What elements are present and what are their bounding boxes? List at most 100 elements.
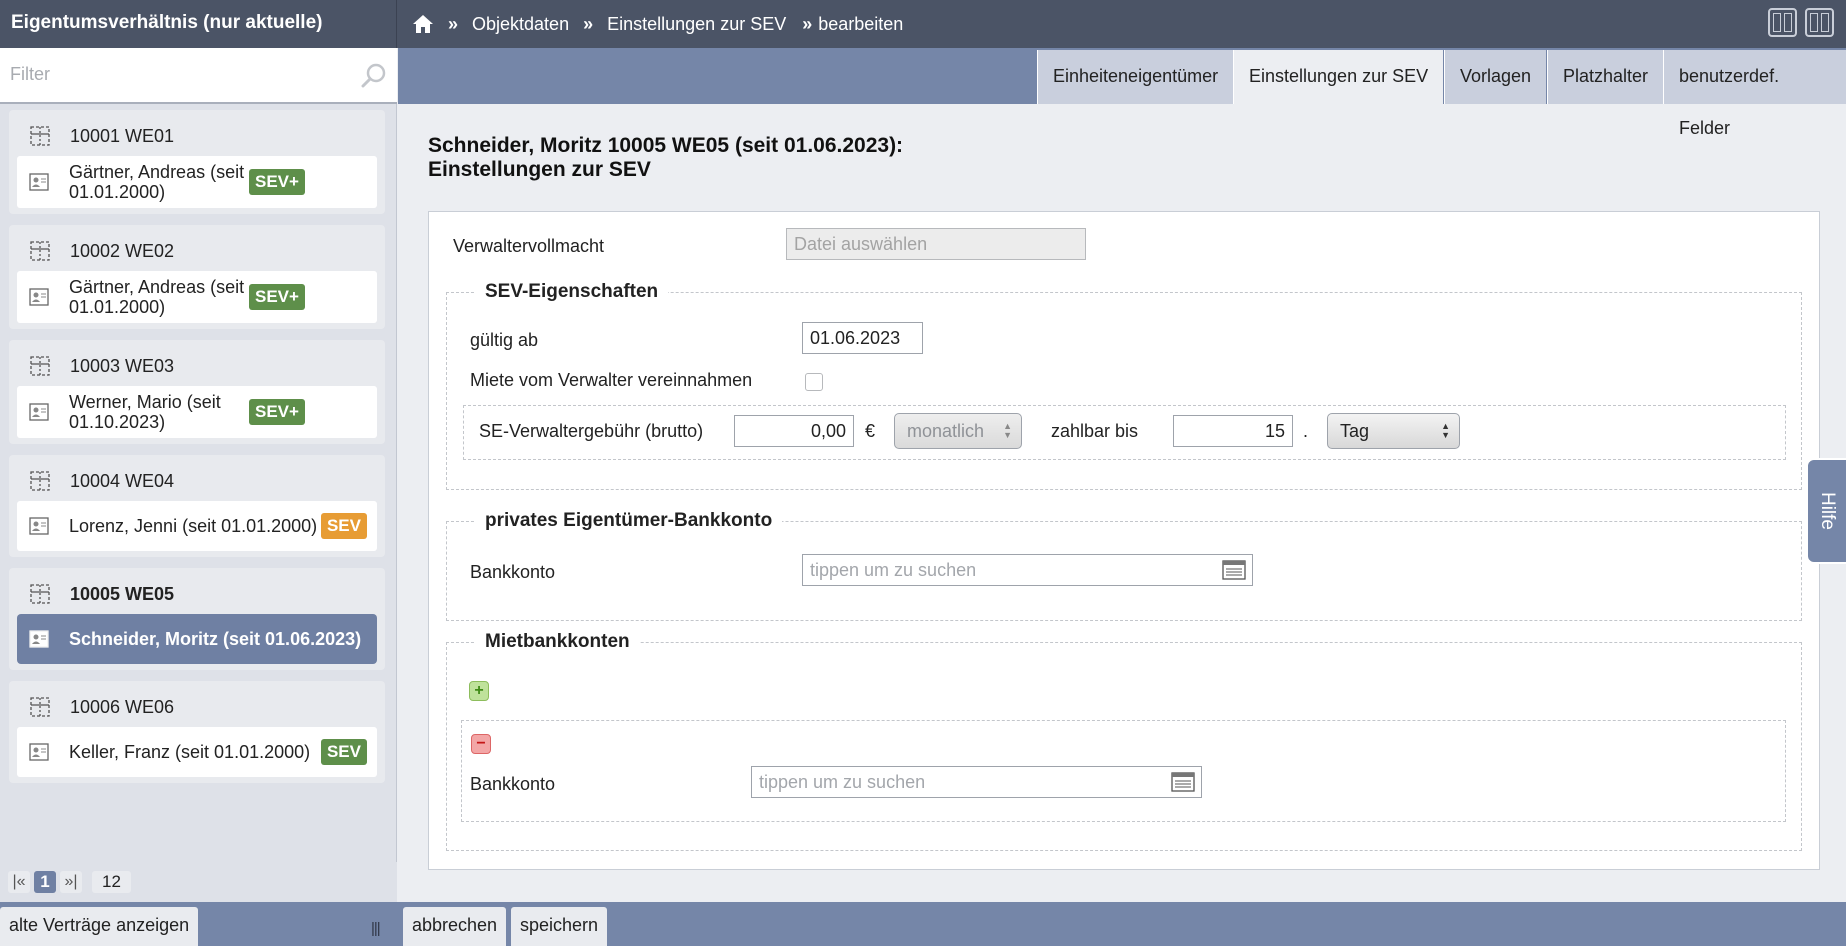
- help-tab[interactable]: Hilfe: [1806, 458, 1846, 564]
- filter-input[interactable]: [0, 48, 340, 100]
- lookup-list-icon[interactable]: [1171, 771, 1195, 793]
- zahlbar-bis-input[interactable]: 15: [1173, 415, 1293, 447]
- owner-row-selected[interactable]: Schneider, Moritz (seit 01.06.2023): [17, 614, 377, 664]
- tab-platzhalter[interactable]: Platzhalter: [1547, 50, 1664, 104]
- pager-total-count: 12: [92, 871, 131, 893]
- sev-badge: SEV: [320, 513, 367, 539]
- miet-bank-section: Mietbankkonten + − Bankkonto tippen um z…: [446, 629, 1802, 851]
- unit-icon: [30, 584, 50, 604]
- sev-badge: SEV+: [249, 284, 305, 310]
- owner-name: Gärtner, Andreas (seit 01.01.2000): [69, 277, 245, 317]
- currency-symbol: €: [865, 421, 876, 441]
- sev-properties-legend: SEV-Eigenschaften: [475, 279, 669, 305]
- owner-name: Lorenz, Jenni (seit 01.01.2000): [69, 516, 318, 536]
- unit-label: 10004 WE04: [70, 470, 175, 491]
- remove-bankkonto-button[interactable]: −: [471, 734, 491, 754]
- unit-select[interactable]: Tag ▲ ▼: [1327, 413, 1460, 449]
- owner-row[interactable]: Gärtner, Andreas (seit 01.01.2000) SEV+: [17, 156, 377, 208]
- person-card-icon: [29, 743, 49, 761]
- interval-select[interactable]: monatlich ▲ ▼: [894, 413, 1022, 449]
- owner-name: Schneider, Moritz (seit 01.06.2023): [69, 629, 362, 649]
- cancel-button[interactable]: abbrechen: [403, 907, 507, 946]
- owner-name: Keller, Franz (seit 01.01.2000): [69, 742, 311, 762]
- plus-icon: +: [474, 682, 484, 699]
- unit-icon: [30, 471, 50, 491]
- file-select-button[interactable]: Datei auswählen: [786, 228, 1086, 260]
- pager-current-page[interactable]: 1: [34, 871, 56, 893]
- page-title: Schneider, Moritz 10005 WE05 (seit 01.06…: [428, 134, 903, 182]
- list-item: 10001 WE01 Gärtner, Andreas (seit 01.01.…: [9, 110, 385, 214]
- unit-row[interactable]: 10002 WE02: [17, 231, 377, 271]
- list-item: 10005 WE05 Schneider, Moritz (seit 01.06…: [9, 568, 385, 670]
- bankkonto-placeholder: tippen um zu suchen: [810, 560, 977, 580]
- unit-row[interactable]: 10001 WE01: [17, 116, 377, 156]
- unit-label: 10006 WE06: [70, 696, 175, 717]
- person-card-icon: [29, 403, 49, 421]
- breadcrumb-separator: »: [802, 13, 813, 34]
- owner-name: Werner, Mario (seit 01.10.2023): [69, 392, 221, 432]
- miete-vereinnahmen-checkbox[interactable]: [805, 373, 823, 391]
- unit-icon: [30, 697, 50, 717]
- breadcrumb-bearbeiten: bearbeiten: [818, 13, 904, 34]
- unit-value: Tag: [1340, 421, 1370, 441]
- fee-label: SE-Verwaltergebühr (brutto): [479, 421, 704, 441]
- tab-einheiteneigentuemer[interactable]: Einheiteneigentümer: [1037, 50, 1234, 104]
- sev-badge: SEV: [320, 739, 367, 765]
- unit-row[interactable]: 10004 WE04: [17, 461, 377, 501]
- page-title-line1: Schneider, Moritz 10005 WE05 (seit 01.06…: [428, 134, 904, 157]
- owner-row[interactable]: Lorenz, Jenni (seit 01.01.2000) SEV: [17, 501, 377, 551]
- list-item: 10003 WE03 Werner, Mario (seit 01.10.202…: [9, 340, 385, 444]
- two-column-layout-icon[interactable]: [1768, 8, 1797, 37]
- breadcrumb-separator: »: [448, 13, 459, 34]
- pager: |« 1 »| 12: [0, 862, 397, 902]
- unit-label: 10005 WE05: [70, 583, 175, 604]
- sev-badge: SEV+: [249, 399, 305, 425]
- gueltig-ab-input[interactable]: 01.06.2023: [802, 322, 923, 354]
- filter-box: [0, 48, 397, 104]
- interval-value: monatlich: [907, 421, 985, 441]
- save-button[interactable]: speichern: [511, 907, 608, 946]
- sev-properties-section: SEV-Eigenschaften gültig ab 01.06.2023 M…: [446, 279, 1802, 490]
- search-icon[interactable]: [361, 62, 387, 88]
- home-icon[interactable]: [412, 14, 434, 34]
- tab-einstellungen-sev[interactable]: Einstellungen zur SEV: [1233, 50, 1444, 104]
- list-item: 10002 WE02 Gärtner, Andreas (seit 01.01.…: [9, 225, 385, 329]
- pager-last-button[interactable]: »|: [60, 871, 82, 893]
- sidebar-resize-grip[interactable]: |||: [371, 920, 381, 937]
- sidebar-title: Eigentumsverhältnis (nur aktuelle): [0, 0, 397, 48]
- miet-bankkonto-placeholder: tippen um zu suchen: [759, 772, 926, 792]
- gueltig-ab-label: gültig ab: [470, 330, 539, 350]
- miete-vereinnahmen-label: Miete vom Verwalter vereinnahmen: [470, 370, 753, 390]
- help-label: Hilfe: [1817, 491, 1839, 531]
- unit-row[interactable]: 10005 WE05: [17, 574, 377, 614]
- bankkonto-label: Bankkonto: [470, 562, 556, 582]
- owner-row[interactable]: Gärtner, Andreas (seit 01.01.2000) SEV+: [17, 271, 377, 323]
- unit-icon: [30, 241, 50, 261]
- miet-bankkonto-search-input[interactable]: tippen um zu suchen: [751, 766, 1202, 798]
- unit-row[interactable]: 10003 WE03: [17, 346, 377, 386]
- show-old-contracts-button[interactable]: alte Verträge anzeigen: [0, 907, 199, 946]
- tab-benutzerdef-felder[interactable]: benutzerdef. Felder: [1663, 50, 1846, 138]
- breadcrumb-objektdaten[interactable]: Objektdaten: [472, 14, 569, 35]
- three-column-layout-icon[interactable]: [1805, 8, 1834, 37]
- lookup-list-icon[interactable]: [1222, 559, 1246, 581]
- tab-vorlagen[interactable]: Vorlagen: [1444, 50, 1547, 104]
- bankkonto-search-input[interactable]: tippen um zu suchen: [802, 554, 1253, 586]
- owner-name: Gärtner, Andreas (seit 01.01.2000): [69, 162, 245, 202]
- select-arrows-icon: ▲ ▼: [1003, 421, 1012, 440]
- layout-switcher: [1768, 8, 1834, 37]
- breadcrumb-einstellungen[interactable]: Einstellungen zur SEV: [607, 14, 786, 35]
- page-title-line2: Einstellungen zur SEV: [428, 158, 651, 181]
- add-bankkonto-button[interactable]: +: [469, 681, 489, 701]
- fee-amount-input[interactable]: 0,00: [734, 415, 854, 447]
- breadcrumb-separator: »: [583, 13, 594, 34]
- dot-separator: .: [1303, 421, 1309, 441]
- unit-row[interactable]: 10006 WE06: [17, 687, 377, 727]
- owner-row[interactable]: Keller, Franz (seit 01.01.2000) SEV: [17, 727, 377, 777]
- sev-badge: SEV+: [249, 169, 305, 195]
- owner-row[interactable]: Werner, Mario (seit 01.10.2023) SEV+: [17, 386, 377, 438]
- miet-bankkonto-label: Bankkonto: [470, 774, 556, 794]
- sidebar: 10001 WE01 Gärtner, Andreas (seit 01.01.…: [0, 48, 397, 946]
- select-arrows-icon: ▲ ▼: [1441, 421, 1450, 440]
- pager-first-button[interactable]: |«: [8, 871, 30, 893]
